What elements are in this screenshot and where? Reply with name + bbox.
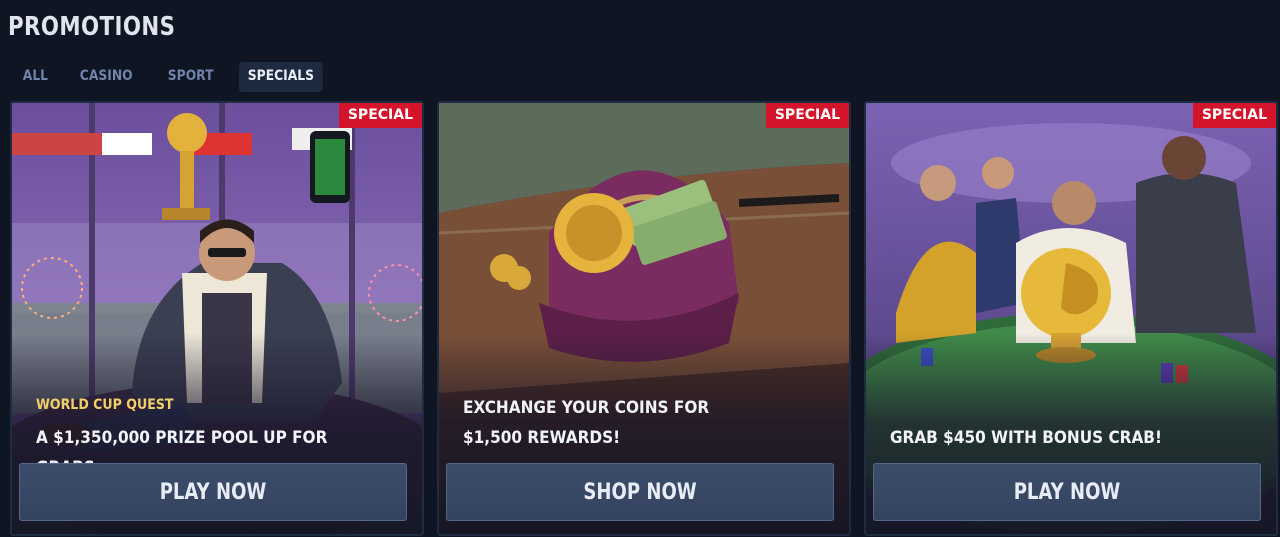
card-description: EXCHANGE YOUR COINS FOR $1,500 REWARDS! — [463, 398, 710, 448]
card-eyebrow: WORLD CUP QUEST — [36, 397, 174, 413]
phone-icon — [310, 131, 350, 203]
special-badge: SPECIAL — [338, 103, 422, 128]
button-label: PLAY NOW — [159, 479, 267, 505]
special-badge: SPECIAL — [765, 103, 849, 128]
promotion-tabs: ALL CASINO SPORT SPECIALS — [14, 62, 334, 92]
tab-casino[interactable]: CASINO — [71, 62, 141, 92]
tab-all[interactable]: ALL — [14, 62, 57, 92]
special-badge: SPECIAL — [1192, 103, 1276, 128]
promo-card-world-cup[interactable]: SPECIAL WORLD CUP QUEST A $1,350,000 PRI… — [10, 101, 424, 536]
tab-specials[interactable]: SPECIALS — [238, 62, 323, 92]
card-description: GRAB $450 WITH BONUS CRAB! — [890, 428, 1162, 448]
play-now-button[interactable]: PLAY NOW — [873, 463, 1261, 521]
promo-card-bonus-crab[interactable]: SPECIAL GRAB $450 WITH BONUS CRAB! PLAY … — [864, 101, 1278, 536]
shop-now-button[interactable]: SHOP NOW — [446, 463, 834, 521]
page-title: PROMOTIONS — [8, 12, 176, 42]
tab-sport[interactable]: SPORT — [159, 62, 222, 92]
button-label: SHOP NOW — [583, 479, 697, 505]
play-now-button[interactable]: PLAY NOW — [19, 463, 407, 521]
button-label: PLAY NOW — [1013, 479, 1121, 505]
promo-card-coin-shop[interactable]: SPECIAL EXCHANGE YOUR COINS FOR $1,500 R… — [437, 101, 851, 536]
